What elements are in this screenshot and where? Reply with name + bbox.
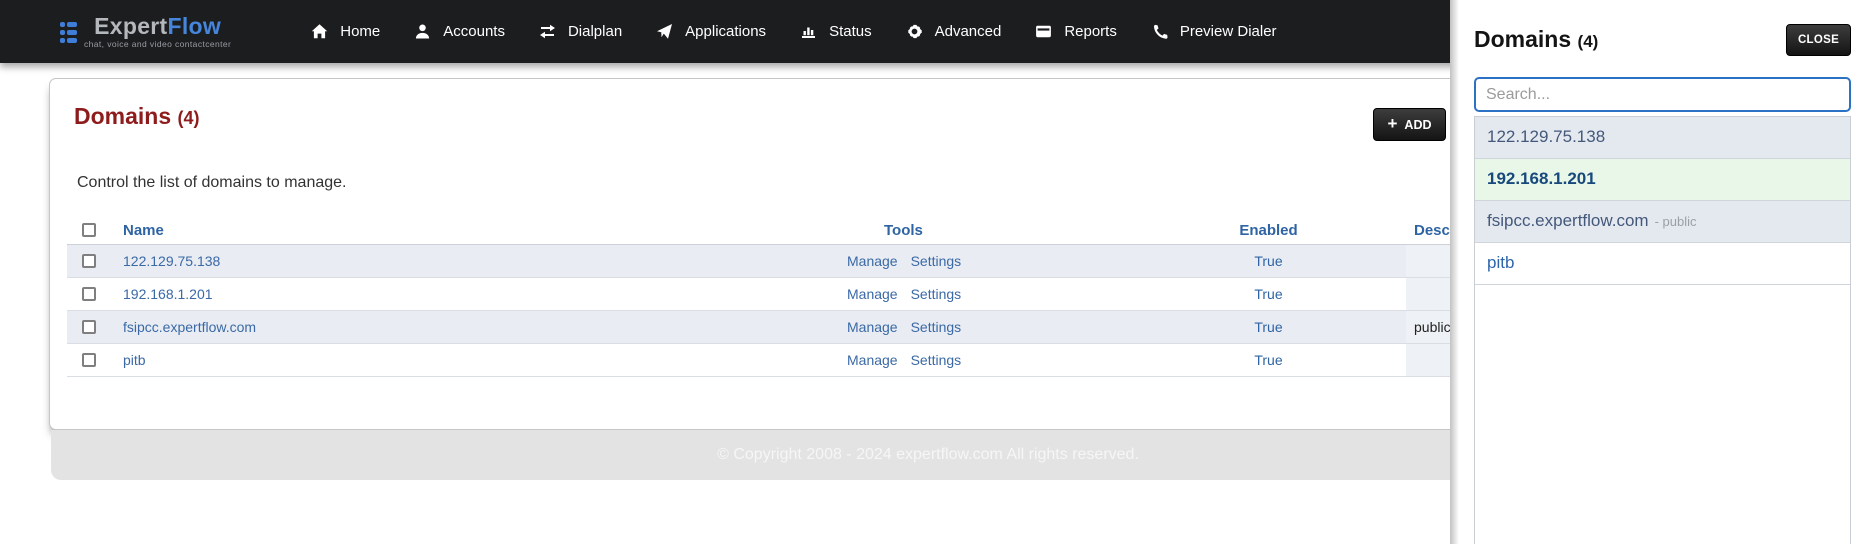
user-icon: [416, 24, 430, 39]
search-input[interactable]: [1474, 77, 1851, 112]
list-item[interactable]: fsipcc.expertflow.com - public: [1475, 201, 1850, 243]
brand-wordmark: ExpertFlow: [94, 13, 222, 39]
list-item[interactable]: 122.129.75.138: [1475, 117, 1850, 159]
nav-item-preview-dialer[interactable]: Preview Dialer: [1151, 23, 1277, 40]
settings-link[interactable]: Settings: [911, 352, 962, 368]
manage-link[interactable]: Manage: [847, 319, 898, 335]
swap-arrows-icon: [539, 24, 555, 39]
close-button[interactable]: CLOSE: [1786, 23, 1851, 56]
list-item[interactable]: pitb: [1475, 243, 1850, 285]
nav-item-dialplan[interactable]: Dialplan: [539, 23, 622, 40]
nav-item-advanced[interactable]: Advanced: [906, 23, 1002, 40]
nav-item-label: Reports: [1064, 23, 1117, 40]
nav-item-label: Status: [829, 23, 872, 40]
drawer-left-edge: [1450, 0, 1459, 544]
column-header-name: Name: [123, 221, 164, 239]
nav-item-reports[interactable]: Reports: [1035, 23, 1117, 40]
column-header-tools: Tools: [884, 221, 923, 239]
manage-link[interactable]: Manage: [847, 352, 898, 368]
row-checkbox[interactable]: [82, 320, 96, 334]
settings-link[interactable]: Settings: [911, 286, 962, 302]
copyright-text: © Copyright 2008 - 2024 expertflow.com A…: [717, 446, 1139, 463]
enabled-value: True: [1254, 319, 1283, 335]
enabled-value: True: [1254, 352, 1283, 368]
gear-icon: [907, 24, 922, 39]
nav-item-applications[interactable]: Applications: [656, 23, 766, 40]
brand-tagline: chat, voice and video contactcenter: [84, 39, 232, 49]
manage-link[interactable]: Manage: [847, 253, 898, 269]
nav-item-label: Advanced: [934, 23, 1002, 40]
drawer-header: Domains (4) CLOSE: [1474, 0, 1851, 58]
table-row: pitb Manage Settings True: [67, 344, 1461, 377]
page-subtitle: Control the list of domains to manage.: [77, 174, 347, 191]
row-checkbox[interactable]: [82, 254, 96, 268]
drawer-domains-count: (4): [1577, 32, 1599, 51]
domain-name-link[interactable]: 192.168.1.201: [123, 286, 213, 302]
list-item-suffix: - public: [1654, 214, 1697, 229]
table-row: fsipcc.expertflow.com Manage Settings Tr…: [67, 311, 1461, 344]
add-button[interactable]: + ADD: [1373, 108, 1446, 141]
enabled-value: True: [1254, 253, 1283, 269]
nav-item-label: Accounts: [443, 23, 505, 40]
expertflow-logo-icon: [60, 22, 77, 43]
drawer-title: Domains (4): [1474, 26, 1599, 52]
table-header-row: Name Tools Enabled Description: [67, 216, 1461, 245]
nav-menu: Home Accounts Dialplan Applications Stat…: [311, 23, 1277, 40]
nav-item-accounts[interactable]: Accounts: [414, 23, 505, 40]
nav-item-home[interactable]: Home: [311, 23, 380, 40]
domain-name-link[interactable]: 122.129.75.138: [123, 253, 220, 269]
domains-count: (4): [177, 108, 200, 128]
bar-chart-icon: [802, 27, 816, 38]
row-checkbox[interactable]: [82, 287, 96, 301]
row-checkbox[interactable]: [82, 353, 96, 367]
paper-plane-icon: [657, 24, 673, 39]
page-title: Domains (4): [74, 103, 200, 129]
domains-drawer: Domains (4) CLOSE 122.129.75.138 192.168…: [1450, 0, 1856, 544]
settings-link[interactable]: Settings: [911, 319, 962, 335]
select-all-checkbox[interactable]: [82, 223, 96, 237]
table-row: 122.129.75.138 Manage Settings True: [67, 245, 1461, 278]
expertflow-logo[interactable]: ExpertFlow chat, voice and video contact…: [60, 14, 231, 49]
nav-item-label: Home: [340, 23, 381, 40]
settings-link[interactable]: Settings: [911, 253, 962, 269]
phone-icon: [1153, 24, 1168, 39]
nav-item-label: Applications: [685, 23, 767, 40]
enabled-value: True: [1254, 286, 1283, 302]
table-row: 192.168.1.201 Manage Settings True: [67, 278, 1461, 311]
nav-item-status[interactable]: Status: [800, 23, 872, 40]
domains-card: Domains (4) + ADD Control the list of do…: [49, 78, 1461, 430]
home-icon: [312, 24, 328, 39]
domain-name-link[interactable]: pitb: [123, 352, 146, 368]
drawer-domain-list: 122.129.75.138 192.168.1.201 fsipcc.expe…: [1474, 116, 1851, 544]
domain-name-link[interactable]: fsipcc.expertflow.com: [123, 319, 256, 335]
domains-table: Name Tools Enabled Description 122.129.7…: [67, 216, 1461, 377]
drive-icon: [1036, 25, 1052, 38]
nav-item-label: Preview Dialer: [1179, 23, 1277, 40]
manage-link[interactable]: Manage: [847, 286, 898, 302]
plus-icon: +: [1387, 114, 1398, 133]
nav-item-label: Dialplan: [567, 23, 623, 40]
column-header-enabled: Enabled: [1239, 221, 1298, 239]
list-item-selected[interactable]: 192.168.1.201: [1475, 159, 1850, 201]
